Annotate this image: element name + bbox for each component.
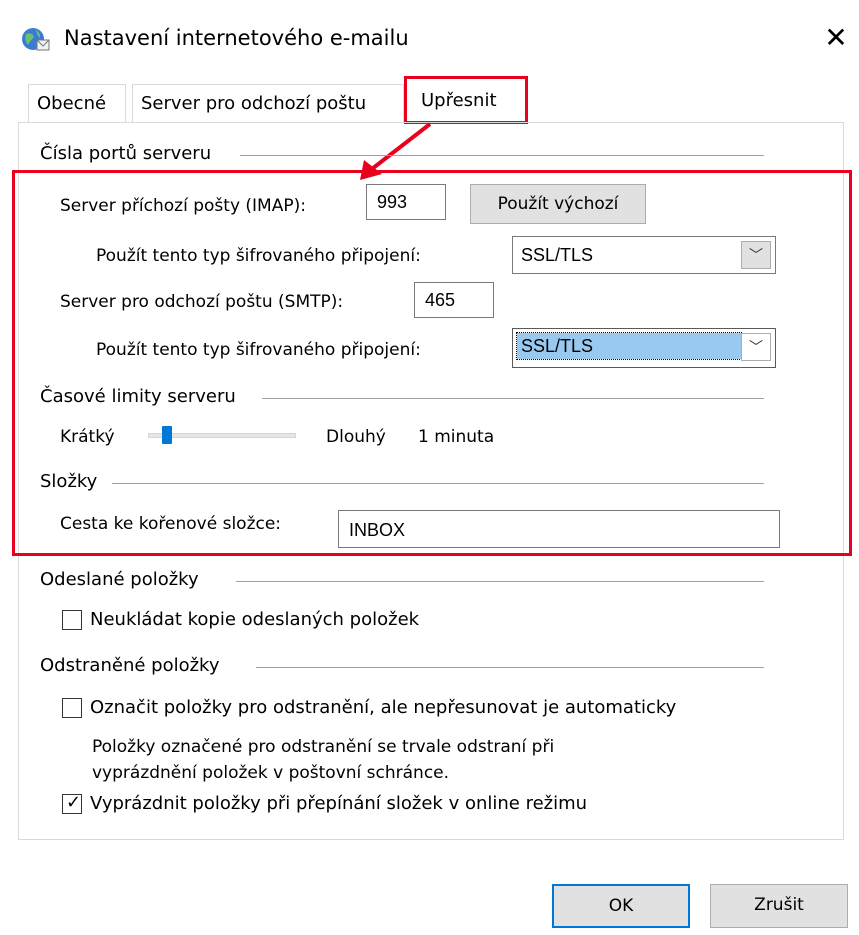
outgoing-encryption-label: Použít tento typ šifrovaného připojení: [96, 340, 421, 360]
annotation-arrow [360, 122, 432, 180]
timeout-short-label: Krátký [60, 427, 115, 447]
timeout-long-label: Dlouhý [326, 427, 386, 447]
tab-advanced-label: Upřesnit [421, 90, 497, 111]
purge-on-switch-label: Vyprázdnit položky při přepínání složek … [90, 793, 588, 814]
tab-outgoing-server-label: Server pro odchozí poštu [141, 93, 367, 114]
outgoing-server-label: Server pro odchozí poštu (SMTP): [60, 292, 344, 312]
incoming-encryption-select[interactable]: SSL/TLS ﹀ [512, 236, 776, 274]
globe-mail-icon [20, 24, 50, 54]
tab-advanced[interactable]: Upřesnit [404, 76, 528, 124]
cancel-label: Zrušit [754, 895, 804, 915]
root-folder-label: Cesta ke kořenové složce: [60, 514, 282, 534]
chevron-down-icon: ﹀ [741, 241, 771, 269]
timeout-value: 1 minuta [418, 427, 495, 447]
sent-group-title: Odeslané položky [40, 569, 199, 590]
sent-group-rule [236, 581, 764, 582]
timeout-slider-thumb[interactable] [161, 426, 172, 444]
chevron-down-icon: ﹀ [741, 333, 771, 361]
root-folder-value: INBOX [349, 520, 406, 540]
use-default-button[interactable]: Použít výchozí [470, 184, 646, 224]
deleted-group-title: Odstraněné položky [40, 655, 220, 676]
deleted-group-rule [256, 667, 764, 668]
mark-for-deletion-label: Označit položky pro odstranění, ale nepř… [90, 697, 677, 718]
incoming-encryption-label: Použít tento typ šifrovaného připojení: [96, 246, 421, 266]
purge-on-switch-checkbox[interactable]: ✓ [62, 792, 82, 814]
tab-panel [18, 122, 844, 840]
tab-general[interactable]: Obecné [28, 84, 126, 122]
mark-for-deletion-checkbox[interactable] [62, 698, 82, 718]
use-default-label: Použít výchozí [497, 194, 619, 214]
close-button[interactable]: ✕ [818, 18, 854, 58]
incoming-server-label: Server příchozí pošty (IMAP): [60, 196, 306, 216]
no-sent-copies-checkbox[interactable] [62, 610, 82, 630]
deletion-note-line2: vyprázdnění položek v poštovní schránce. [92, 763, 450, 783]
incoming-port-input[interactable]: 993 [366, 184, 446, 220]
timeouts-group-rule [262, 398, 764, 399]
no-sent-copies-label: Neukládat kopie odeslaných položek [90, 609, 420, 630]
tab-outgoing-server[interactable]: Server pro odchozí poštu [132, 84, 404, 122]
tab-general-label: Obecné [37, 93, 107, 114]
ports-group-rule [240, 155, 764, 156]
close-icon: ✕ [824, 21, 848, 54]
folders-group-rule [112, 483, 764, 484]
timeouts-group-title: Časové limity serveru [40, 386, 236, 407]
incoming-encryption-value: SSL/TLS [521, 245, 594, 265]
window-title: Nastavení internetového e-mailu [64, 26, 409, 50]
incoming-port-value: 993 [377, 192, 408, 212]
outgoing-encryption-value: SSL/TLS [516, 332, 742, 360]
check-icon: ✓ [66, 792, 82, 813]
ok-button[interactable]: OK [552, 884, 690, 928]
folders-group-title: Složky [40, 471, 98, 492]
cancel-button[interactable]: Zrušit [710, 884, 848, 928]
ok-label: OK [608, 896, 634, 916]
ports-group-title: Čísla portů serveru [40, 143, 212, 164]
outgoing-port-value: 465 [425, 290, 456, 310]
outgoing-encryption-select[interactable]: SSL/TLS ﹀ [512, 328, 776, 368]
outgoing-port-input[interactable]: 465 [414, 282, 494, 318]
root-folder-input[interactable]: INBOX [338, 510, 780, 548]
deletion-note-line1: Položky označené pro odstranění se trval… [92, 737, 555, 757]
